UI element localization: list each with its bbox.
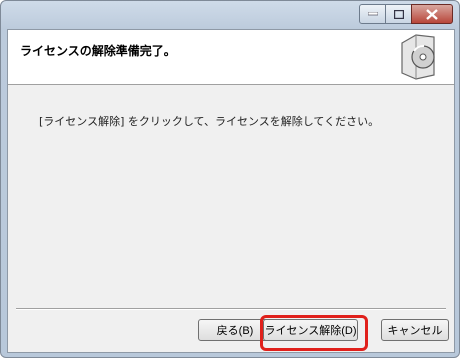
installer-window: ライセンスの解除準備完了。 [ライセンス解除] をクリックして、ライセンスを解除… [0, 0, 460, 358]
title-bar [1, 1, 459, 29]
minimize-icon [367, 12, 378, 16]
maximize-icon [393, 9, 404, 19]
separator [16, 308, 446, 310]
close-button[interactable] [411, 4, 453, 24]
disc-installer-icon [401, 34, 435, 80]
cancel-button[interactable]: キャンセル [381, 319, 449, 341]
wizard-client-area: ライセンスの解除準備完了。 [ライセンス解除] をクリックして、ライセンスを解除… [7, 29, 455, 353]
close-icon [426, 8, 438, 20]
page-title: ライセンスの解除準備完了。 [20, 44, 176, 58]
minimize-button[interactable] [359, 4, 386, 24]
instruction-text: [ライセンス解除] をクリックして、ライセンスを解除してください。 [39, 115, 380, 128]
wizard-header: ライセンスの解除準備完了。 [8, 30, 454, 85]
maximize-button[interactable] [385, 4, 412, 24]
highlight-box [260, 315, 368, 351]
caption-buttons [359, 4, 453, 24]
